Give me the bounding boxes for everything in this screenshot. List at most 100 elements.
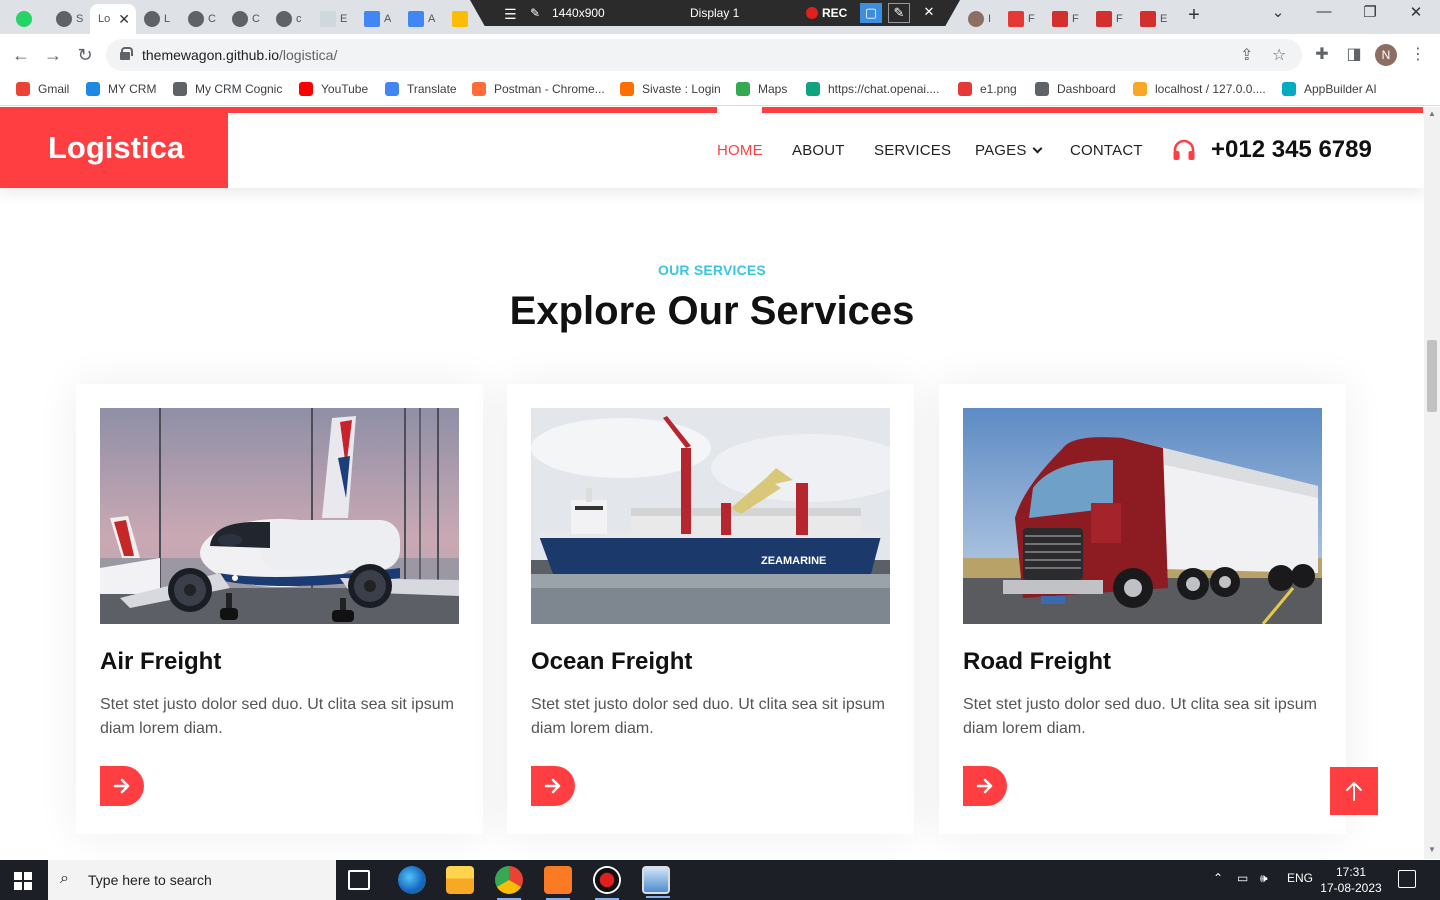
language-indicator[interactable]: ENG: [1287, 871, 1313, 885]
phone-number[interactable]: +012 345 6789: [1211, 136, 1372, 164]
tab-6[interactable]: C: [224, 4, 268, 34]
reload-button[interactable]: ↻: [72, 42, 98, 68]
address-bar[interactable]: themewagon.github.io/logistica/ ⇪ ☆: [106, 39, 1302, 71]
airplane-photo: [100, 408, 459, 624]
page-scrollbar[interactable]: ▲ ▼: [1424, 107, 1440, 859]
bookmark-sivaste[interactable]: Sivaste : Login: [620, 82, 721, 96]
taskbar-search-box[interactable]: ⌕ Type here to search: [48, 860, 336, 900]
openai-icon: [806, 82, 820, 96]
read-more-button[interactable]: [531, 766, 575, 806]
task-view-icon[interactable]: [348, 870, 370, 890]
tab-13[interactable]: F: [1000, 4, 1044, 34]
back-button[interactable]: ←: [8, 42, 34, 68]
scrollbar-thumb[interactable]: [1427, 340, 1437, 412]
phpmyadmin-icon: [1133, 82, 1147, 96]
profile-avatar[interactable]: N: [1375, 44, 1397, 66]
rec-indicator[interactable]: REC: [806, 6, 847, 20]
tab-4[interactable]: L: [136, 4, 180, 34]
extensions-icon[interactable]: ✚: [1311, 44, 1333, 64]
bookmark-label: Sivaste : Login: [642, 82, 721, 96]
close-tab-icon[interactable]: ✕: [118, 11, 130, 28]
nav-home[interactable]: HOME: [717, 142, 763, 159]
tab-active[interactable]: Lo ✕: [90, 4, 136, 34]
globe-icon: [56, 11, 72, 27]
tab-whatsapp[interactable]: [8, 4, 48, 34]
tab-2[interactable]: S: [48, 4, 90, 34]
photos-app-icon[interactable]: [642, 866, 670, 898]
url-host: themewagon.github.io: [142, 47, 279, 63]
cargo-ship-photo: ZEAMARINE: [531, 408, 890, 624]
tab-11[interactable]: [444, 4, 474, 34]
chrome-browser-icon[interactable]: [495, 866, 523, 900]
url-text[interactable]: themewagon.github.io/logistica/: [142, 47, 337, 63]
nav-about[interactable]: ABOUT: [792, 142, 845, 159]
tab-12[interactable]: I: [960, 4, 1000, 34]
bookmark-appbuilder[interactable]: AppBuilder AI: [1282, 82, 1377, 96]
menu-icon[interactable]: ☰: [504, 6, 517, 23]
bookmark-maps[interactable]: Maps: [736, 82, 787, 96]
notifications-icon[interactable]: [1398, 870, 1416, 888]
close-window-button[interactable]: ✕: [1401, 3, 1431, 21]
tab-search-icon[interactable]: ⌄: [1263, 3, 1293, 21]
read-more-button[interactable]: [100, 766, 144, 806]
tab-7[interactable]: c: [268, 4, 312, 34]
chevron-down-icon: [1032, 143, 1043, 154]
camera-icon[interactable]: ▢: [860, 3, 882, 23]
bookmark-dashboard[interactable]: Dashboard: [1035, 82, 1116, 96]
screen-recorder-icon[interactable]: [593, 866, 621, 900]
tab-10[interactable]: A: [400, 4, 444, 34]
bookmark-translate[interactable]: Translate: [385, 82, 457, 96]
xampp-icon[interactable]: [544, 866, 572, 900]
file-explorer-icon[interactable]: [446, 866, 474, 894]
clock-date: 17-08-2023: [1320, 881, 1382, 895]
service-card-road: Road Freight Stet stet justo dolor sed d…: [939, 384, 1346, 834]
nav-pages[interactable]: PAGES: [975, 142, 1043, 159]
restore-button[interactable]: ❐: [1355, 3, 1385, 21]
arrow-up-icon: [1346, 782, 1362, 801]
share-icon[interactable]: ⇪: [1240, 45, 1253, 65]
tab-5[interactable]: C: [180, 4, 224, 34]
bookmark-chatgpt[interactable]: https://chat.openai....: [806, 82, 939, 96]
scroll-down-arrow-icon[interactable]: ▼: [1428, 845, 1436, 854]
site-logo[interactable]: Logistica: [0, 107, 228, 188]
close-icon[interactable]: ✕: [918, 3, 940, 23]
ship-name-text: ZEAMARINE: [761, 555, 826, 567]
tab-9[interactable]: A: [356, 4, 400, 34]
mb-icon: [1052, 11, 1068, 27]
minimize-button[interactable]: —: [1309, 3, 1339, 20]
lock-icon[interactable]: [120, 47, 133, 60]
draw-icon[interactable]: ✎: [888, 3, 910, 23]
tab-8[interactable]: E: [312, 4, 356, 34]
search-icon: ⌕: [60, 870, 69, 887]
forward-button[interactable]: →: [40, 42, 66, 68]
chevron-up-icon[interactable]: ⌃: [1213, 871, 1223, 885]
tab-14[interactable]: F: [1044, 4, 1088, 34]
translate-icon: [385, 82, 399, 96]
bookmark-postman[interactable]: Postman - Chrome...: [472, 82, 605, 96]
tab-16[interactable]: E: [1132, 4, 1176, 34]
edge-browser-icon[interactable]: [398, 866, 426, 894]
more-menu-icon[interactable]: ⋮: [1407, 44, 1429, 64]
volume-icon[interactable]: 🕪: [1260, 871, 1268, 886]
bookmark-my-crm-cognic[interactable]: My CRM Cognic: [173, 82, 282, 96]
taskbar-clock[interactable]: 17:31 17-08-2023: [1318, 864, 1384, 896]
tab-15[interactable]: F: [1088, 4, 1132, 34]
network-icon[interactable]: ▭: [1237, 871, 1248, 885]
bookmark-gmail[interactable]: Gmail: [16, 82, 69, 96]
card-title: Ocean Freight: [531, 648, 693, 675]
bookmark-e1png[interactable]: e1.png: [958, 82, 1017, 96]
bookmark-star-icon[interactable]: ☆: [1272, 45, 1286, 65]
side-panel-icon[interactable]: ◨: [1343, 44, 1365, 64]
nav-contact[interactable]: CONTACT: [1070, 142, 1143, 159]
back-to-top-button[interactable]: [1330, 767, 1378, 815]
read-more-button[interactable]: [963, 766, 1007, 806]
bookmark-my-crm[interactable]: MY CRM: [86, 82, 156, 96]
nav-services[interactable]: SERVICES: [874, 142, 951, 159]
scroll-up-arrow-icon[interactable]: ▲: [1428, 109, 1436, 118]
bookmark-youtube[interactable]: YouTube: [299, 82, 368, 96]
pin-icon[interactable]: ✎: [530, 6, 540, 20]
windows-start-icon[interactable]: [14, 872, 32, 890]
new-tab-button[interactable]: +: [1182, 4, 1206, 27]
bookmark-label: Dashboard: [1057, 82, 1116, 96]
bookmark-localhost[interactable]: localhost / 127.0.0....: [1133, 82, 1266, 96]
